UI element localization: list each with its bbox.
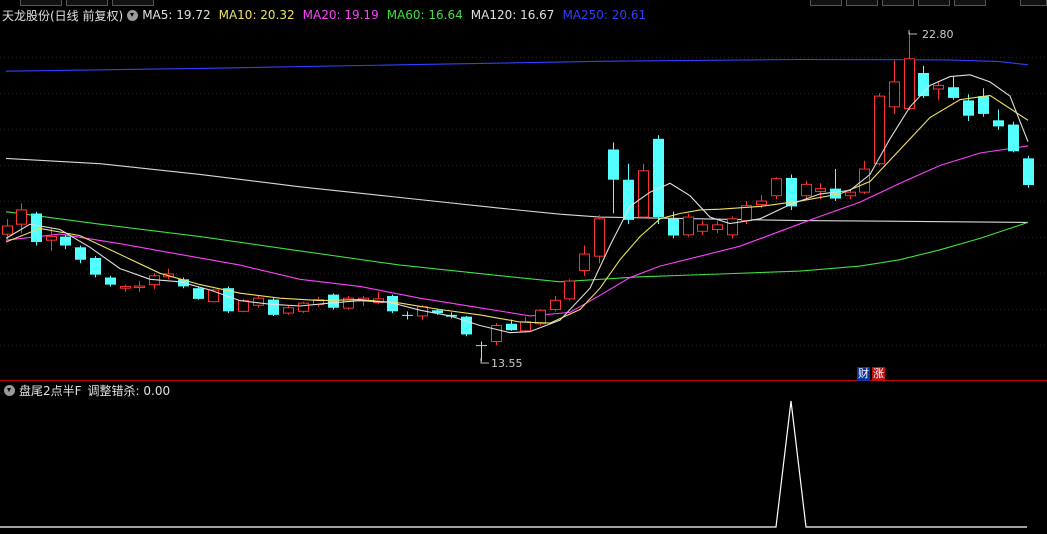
candle-body-up [594, 218, 605, 257]
candle-body-up [771, 178, 782, 197]
high-low-markers: 22.80 13.55 [480, 28, 954, 370]
low-marker-line [480, 358, 489, 364]
candle-body-up [727, 218, 738, 236]
stock-title: 天龙股份(日线 前复权) [2, 8, 124, 23]
ma120-line [5, 157, 1029, 223]
candle-body-up [756, 200, 767, 206]
ma-legend: MA5: 19.72 MA10: 20.32 MA20: 19.19 MA60: 16… [142, 8, 654, 22]
candle-body-down [328, 294, 339, 308]
candle-body-up [683, 216, 694, 236]
candle-body-down [1023, 158, 1034, 186]
indicator-signal-line [0, 400, 1027, 528]
ma-legend-item: MA5: 19.72 [142, 8, 211, 22]
candle-body-up [564, 280, 575, 300]
candle-body-up [46, 236, 57, 241]
candle-body-up [238, 300, 249, 312]
ma-legend-item: MA250: 20.61 [562, 8, 647, 22]
chart-header: 天龙股份(日线 前复权) MA5: 19.72 MA10: 20.32 MA20: … [0, 6, 654, 24]
candle-body-down [948, 87, 959, 98]
chevron-down-icon[interactable] [4, 384, 15, 396]
ma-legend-item: MA120: 16.67 [470, 8, 555, 22]
candle-body-down [623, 179, 634, 220]
candle-body-up [283, 307, 294, 314]
candle-body-up [904, 58, 915, 110]
candle-body-up [845, 191, 856, 197]
candle-body-down [268, 299, 279, 315]
candle-body-down [193, 288, 204, 299]
candle-body-up [801, 183, 812, 197]
candle-body-down [608, 149, 619, 180]
high-marker-line [908, 30, 917, 35]
candle-body-up [859, 168, 870, 193]
candle-body-up [16, 209, 27, 225]
candle-body-down [90, 257, 101, 275]
candle-body-up [712, 224, 723, 231]
candle-body-up [520, 321, 531, 332]
indicator-pane [0, 400, 1027, 528]
candle-body-up [253, 297, 264, 306]
ma20-path [5, 145, 1029, 317]
candle-body-down [461, 316, 472, 335]
candle-body-down [506, 323, 517, 331]
candle-body-down [963, 100, 974, 116]
candle-body-up [579, 253, 590, 271]
candle-body-down [75, 247, 86, 260]
candle-body-up [889, 81, 900, 108]
candle-body-down [978, 96, 989, 114]
ma-legend-item: MA60: 16.64 [386, 8, 463, 22]
indicator-header: 盘尾2点半F 调整错杀: 0.00 [0, 381, 170, 399]
high-price-label: 22.80 [922, 28, 954, 41]
candle-body-down [993, 120, 1004, 127]
chevron-down-icon[interactable] [127, 9, 139, 21]
ma120-path [5, 157, 1029, 223]
candle-body-up [815, 188, 826, 192]
candle-body-down [402, 314, 413, 316]
low-price-label: 13.55 [491, 357, 523, 370]
candle-body-up [120, 285, 131, 289]
rise-badge[interactable]: 涨 [872, 367, 885, 381]
indicator-name[interactable]: 盘尾2点半F [19, 382, 82, 399]
indicator-value: 调整错杀: 0.00 [87, 383, 171, 398]
ma60-path [5, 211, 1029, 283]
ma-legend-item: MA20: 19.19 [302, 8, 379, 22]
candle-body-up [298, 302, 309, 312]
kline-chart-canvas[interactable]: 22.80 13.55 [0, 0, 1047, 534]
ma-legend-item: MA10: 20.32 [218, 8, 295, 22]
candle-body-down [60, 236, 71, 246]
ma60-line [5, 211, 1029, 283]
candle-body-up [933, 84, 944, 90]
candle-body-down [105, 277, 116, 285]
candle-body-up [134, 285, 145, 288]
candle-body-up [697, 224, 708, 232]
candle-body-down [653, 138, 664, 218]
candle-body-up [550, 299, 561, 311]
ma20-line [5, 145, 1029, 317]
finance-badge[interactable]: 财 [857, 367, 870, 381]
ma250-line [5, 58, 1029, 72]
candle-body-down [31, 213, 42, 242]
candle-body-up [2, 225, 13, 235]
candlestick-series [2, 32, 1034, 362]
candle-body-down [668, 218, 679, 236]
ma250-path [5, 58, 1029, 72]
candle-body-down [476, 345, 487, 347]
candle-body-up [874, 95, 885, 165]
candle-body-up [535, 309, 546, 325]
candle-body-up [491, 325, 502, 343]
candle-body-down [1008, 124, 1019, 152]
